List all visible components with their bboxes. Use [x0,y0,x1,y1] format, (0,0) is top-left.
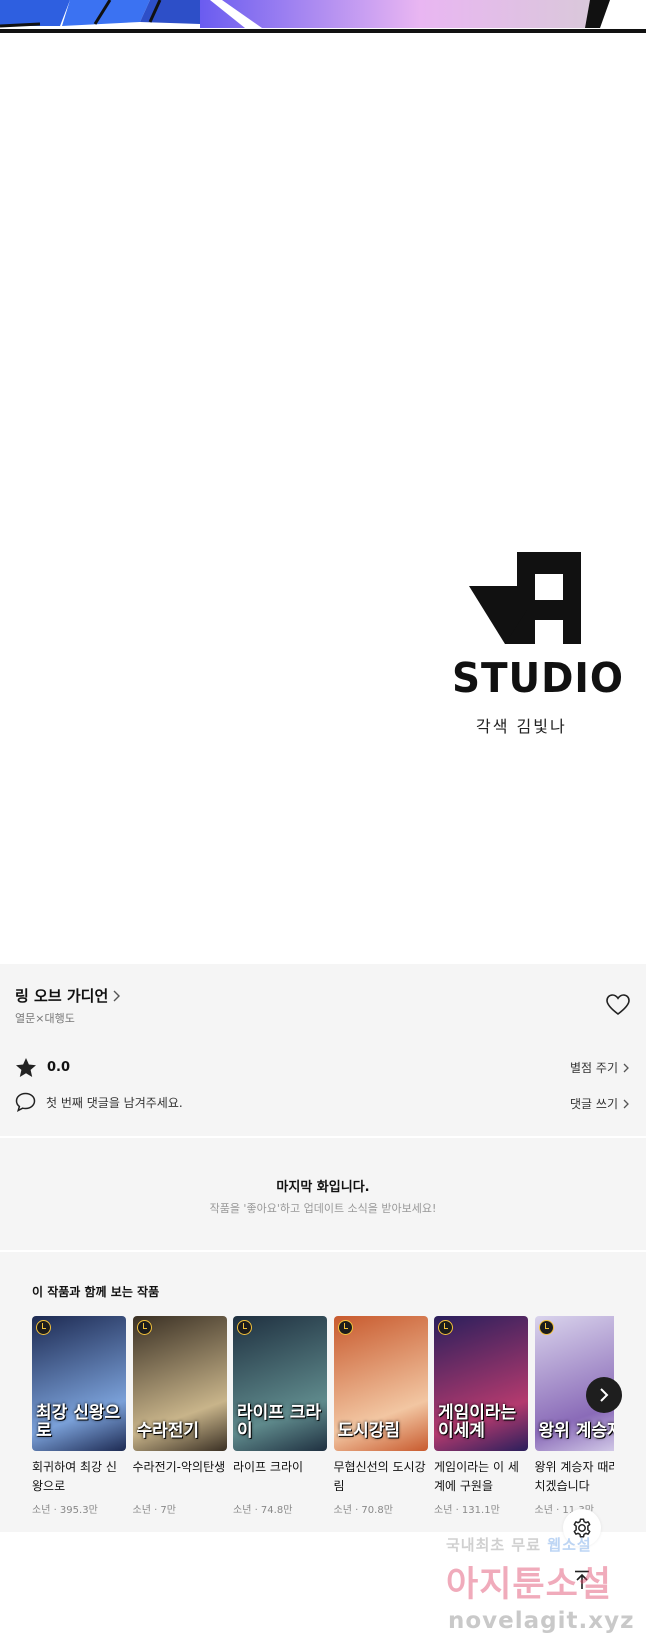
watermark-line1: 국내최초 무료 웹소설 [446,1534,592,1555]
speech-bubble-icon [15,1092,36,1112]
recommendation-cover-text: 라이프 크라이 [237,1403,322,1442]
work-title-link[interactable]: 링 오브 가디언 [15,985,121,1006]
recommendation-cover-text: 수라전기 [136,1421,200,1442]
watermark-line1-prefix: 국내최초 무료 [446,1536,542,1554]
chevron-right-icon [623,1063,629,1072]
recommendation-cover: 라이프 크라이 [233,1316,327,1451]
recommendation-cover-text: 최강 신왕으로 [36,1403,121,1442]
rating-value: 0.0 [47,1060,71,1075]
recommendation-meta: 소년 · 131.1만 [434,1505,500,1516]
recommendations-heading: 이 작품과 함께 보는 작품 [32,1285,160,1299]
chevron-right-icon [600,1388,609,1402]
recommendation-meta: 소년 · 74.8만 [233,1505,293,1516]
recommendation-meta: 소년 · 70.8만 [333,1505,393,1516]
recommendation-card[interactable]: 수라전기수라전기-악의탄생소년 · 7만 [132,1316,227,1516]
site-watermark: 국내최초 무료 웹소설 아지툰소설 novelagit.xyz [444,1534,644,1649]
comment-prompt: 첫 번째 댓글을 남겨주세요. [15,1092,183,1112]
recommendation-title: 무협신선의 도시강림 [333,1460,426,1493]
recommendation-title: 수라전기-악의탄생 [132,1460,226,1474]
recommendation-cover: 도시강림 [333,1316,428,1451]
clock-badge-icon [438,1320,453,1335]
recommendation-meta: 소년 · 395.3만 [32,1505,98,1516]
comment-prompt-text: 첫 번째 댓글을 남겨주세요. [46,1095,183,1110]
recommendation-meta: 소년 · 7만 [132,1505,177,1516]
recommendation-cover: 최강 신왕으로 [32,1316,126,1451]
recommendation-cover-text: 왕위 계승자 [538,1421,615,1442]
comic-panel-blank [0,34,646,964]
comic-panel-top [0,0,646,34]
recommendation-title: 라이프 크라이 [233,1460,304,1474]
recommendation-cover: 게임이라는 이세계 [434,1316,528,1451]
last-episode-subtitle: 작품을 '좋아요'하고 업데이트 소식을 받아보세요! [209,1202,437,1215]
clock-badge-icon [538,1320,554,1335]
recommendation-cover-text: 도시강림 [337,1421,401,1442]
recommendation-card[interactable]: 최강 신왕으로회귀하여 최강 신왕으로소년 · 395.3만 [32,1316,126,1516]
studio-logo-icon [469,552,581,644]
write-comment-button[interactable]: 댓글 쓰기 [570,1095,629,1112]
star-icon [16,1058,36,1077]
recommendation-cover-text: 게임이라는 이세계 [438,1403,517,1442]
recommendation-title: 회귀하여 최강 신왕으로 [32,1460,117,1493]
write-comment-label: 댓글 쓰기 [570,1097,618,1111]
rate-button[interactable]: 별점 주기 [570,1059,629,1076]
heart-icon[interactable] [606,994,630,1016]
recommendation-card[interactable]: 왕위 계승자왕위 계승자 때려치겠습니다소년 · 11.3만 [534,1316,615,1516]
watermark-line2: 아지툰소설 [446,1565,613,1605]
adaptation-credit: 각색 김빛나 [476,717,567,736]
recommendation-cover: 수라전기 [132,1316,227,1451]
carousel-next-button[interactable] [586,1377,622,1413]
rating-summary: 0.0 [15,1057,70,1078]
clock-badge-icon [136,1320,152,1335]
recommendation-card[interactable]: 라이프 크라이 라이프 크라이 소년 · 74.8만 [233,1316,327,1516]
rate-button-label: 별점 주기 [570,1061,618,1075]
watermark-line1-highlight: 웹소설 [547,1536,592,1554]
chevron-right-icon [623,1099,629,1108]
clock-badge-icon [237,1320,252,1335]
last-episode-title: 마지막 화입니다. [276,1180,370,1195]
recommendations-carousel: 최강 신왕으로 회귀하여 최강 신왕으로 소년 · 395.3만 수라전기 수라전기-악… [32,1316,614,1526]
work-title: 링 오브 가디언 [15,987,109,1005]
recommendation-card[interactable]: 게임이라는 이세계게임이라는 이 세계에 구원을소년 · 131.1만 [434,1316,528,1516]
recommendation-title: 게임이라는 이 세계에 구원을 [434,1460,519,1493]
watermark-line3: novelagit.xyz [448,1608,635,1634]
work-author: 열문×대행도 [15,1012,75,1025]
studio-logo-text: STUDIO [452,654,624,702]
recommendation-title: 왕위 계승자 때려치겠습니다 [534,1460,615,1493]
recommendation-card[interactable]: 도시강림무협신선의 도시강림소년 · 70.8만 [333,1316,428,1516]
chevron-right-icon [113,990,121,1001]
clock-badge-icon [36,1320,51,1335]
clock-badge-icon [337,1320,353,1335]
